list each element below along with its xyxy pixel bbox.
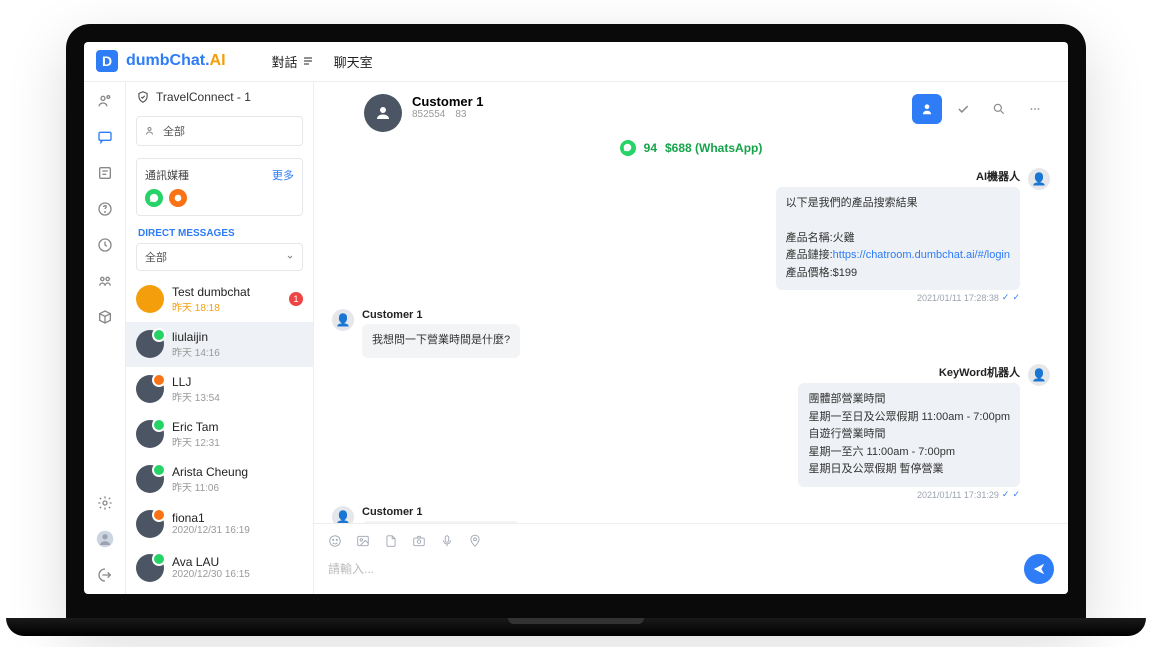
file-tool[interactable]: [384, 534, 398, 548]
conv-name: Ava LAU: [172, 555, 303, 569]
message-bubble: 以下是我們的產品搜索結果 產品名稱:火雞 產品鏈接:https://chatro…: [776, 187, 1020, 291]
unread-badge: 1: [289, 292, 303, 306]
message-sender: Customer 1: [362, 506, 520, 518]
conv-avatar: [136, 554, 164, 582]
workspace-selector[interactable]: TravelConnect - 1: [126, 82, 313, 112]
orange-channel-icon[interactable]: [169, 189, 187, 207]
message-bubble: 團體部營業時間 星期一至日及公眾假期 11:00am - 7:00pm 自遊行營…: [798, 383, 1020, 487]
nav-conversation[interactable]: 對話: [272, 52, 314, 71]
conv-time: 昨天 18:18: [172, 299, 281, 314]
channels-box: 通訊媒種 更多: [136, 158, 303, 216]
conv-avatar: [136, 330, 164, 358]
nav-chat-icon[interactable]: [96, 128, 114, 146]
product-link[interactable]: https://chatroom.dumbchat.ai/#/login: [833, 249, 1010, 261]
list-icon: [302, 55, 314, 67]
conv-avatar: [136, 420, 164, 448]
customer-msg-avatar: 👤: [332, 309, 354, 331]
conversation-item[interactable]: Test dumbchat昨天 18:18 1: [126, 277, 313, 322]
camera-tool[interactable]: [412, 534, 426, 548]
nav-bell-icon[interactable]: [96, 164, 114, 182]
customer-avatar: [364, 94, 402, 132]
nav-package-icon[interactable]: [96, 308, 114, 326]
dm-section-label: DIRECT MESSAGES: [126, 220, 313, 243]
conv-name: LLJ: [172, 375, 303, 389]
channel-info: 94 $688 (WhatsApp): [314, 140, 1068, 164]
nav-team-icon[interactable]: [96, 272, 114, 290]
conversation-item[interactable]: liulaijin昨天 14:16: [126, 322, 313, 367]
customer-msg-avatar: 👤: [332, 506, 354, 522]
message-sender: Customer 1: [362, 309, 520, 321]
nav-help-icon[interactable]: [96, 200, 114, 218]
conv-time: 2020/12/31 16:19: [172, 525, 303, 536]
conv-avatar: [136, 465, 164, 493]
conv-name: Test dumbchat: [172, 285, 281, 299]
send-button[interactable]: [1024, 554, 1054, 584]
conversation-item[interactable]: fiona12020/12/31 16:19: [126, 502, 313, 546]
conv-name: fiona1: [172, 511, 303, 525]
app-logo: D dumbChat.AI: [96, 50, 226, 72]
conv-time: 昨天 13:54: [172, 389, 303, 404]
image-tool[interactable]: [356, 534, 370, 548]
conv-avatar: [136, 375, 164, 403]
conv-time: 2020/12/30 16:15: [172, 569, 303, 580]
conv-name: liulaijin: [172, 330, 303, 344]
conv-time: 昨天 14:16: [172, 344, 303, 359]
conv-time: 昨天 11:06: [172, 479, 303, 494]
conv-avatar: [136, 285, 164, 313]
dm-filter[interactable]: 全部: [136, 243, 303, 271]
shield-icon: [136, 90, 150, 104]
conversation-item[interactable]: Ava LAU2020/12/30 16:15: [126, 546, 313, 590]
people-icon: [145, 125, 157, 137]
logo-icon: D: [96, 50, 118, 72]
search-button[interactable]: [984, 94, 1014, 124]
message-sender: KeyWord机器人: [798, 364, 1020, 380]
message-time: 2021/01/11 17:31:29✓✓: [798, 489, 1020, 500]
mic-tool[interactable]: [440, 534, 454, 548]
customer-name: Customer 1: [412, 94, 484, 109]
more-button[interactable]: [1020, 94, 1050, 124]
nav-clock-icon[interactable]: [96, 236, 114, 254]
conv-name: Eric Tam: [172, 420, 303, 434]
conv-avatar: [136, 510, 164, 538]
conv-time: 昨天 12:31: [172, 434, 303, 449]
nav-user-icon[interactable]: [96, 530, 114, 548]
location-tool[interactable]: [468, 534, 482, 548]
conv-name: Arista Cheung: [172, 465, 303, 479]
profile-button[interactable]: [912, 94, 942, 124]
channels-more[interactable]: 更多: [272, 167, 294, 183]
channels-label: 通訊媒種: [145, 167, 189, 183]
bot-avatar: 👤: [1028, 364, 1050, 386]
message-sender: AI機器人: [776, 168, 1020, 184]
whatsapp-icon: [620, 140, 636, 156]
nav-chatroom[interactable]: 聊天室: [334, 52, 373, 71]
bot-avatar: 👤: [1028, 168, 1050, 190]
message-bubble: 我想問一下營業時間是什麼?: [362, 324, 520, 358]
all-filter[interactable]: 全部: [136, 116, 303, 146]
whatsapp-channel-icon[interactable]: [145, 189, 163, 207]
conversation-item[interactable]: Suki Ting2020/12/30 12:10: [126, 590, 313, 594]
conversation-item[interactable]: LLJ昨天 13:54: [126, 367, 313, 412]
nav-exit-icon[interactable]: [96, 566, 114, 584]
chevron-down-icon: [286, 253, 294, 261]
nav-settings-icon[interactable]: [96, 494, 114, 512]
conversation-item[interactable]: Arista Cheung昨天 11:06: [126, 457, 313, 502]
message-time: 2021/01/11 17:28:38✓✓: [776, 292, 1020, 303]
conversation-item[interactable]: Eric Tam昨天 12:31: [126, 412, 313, 457]
resolve-button[interactable]: [948, 94, 978, 124]
emoji-tool[interactable]: [328, 534, 342, 548]
nav-contacts-icon[interactable]: [96, 92, 114, 110]
message-input[interactable]: [328, 554, 1014, 584]
